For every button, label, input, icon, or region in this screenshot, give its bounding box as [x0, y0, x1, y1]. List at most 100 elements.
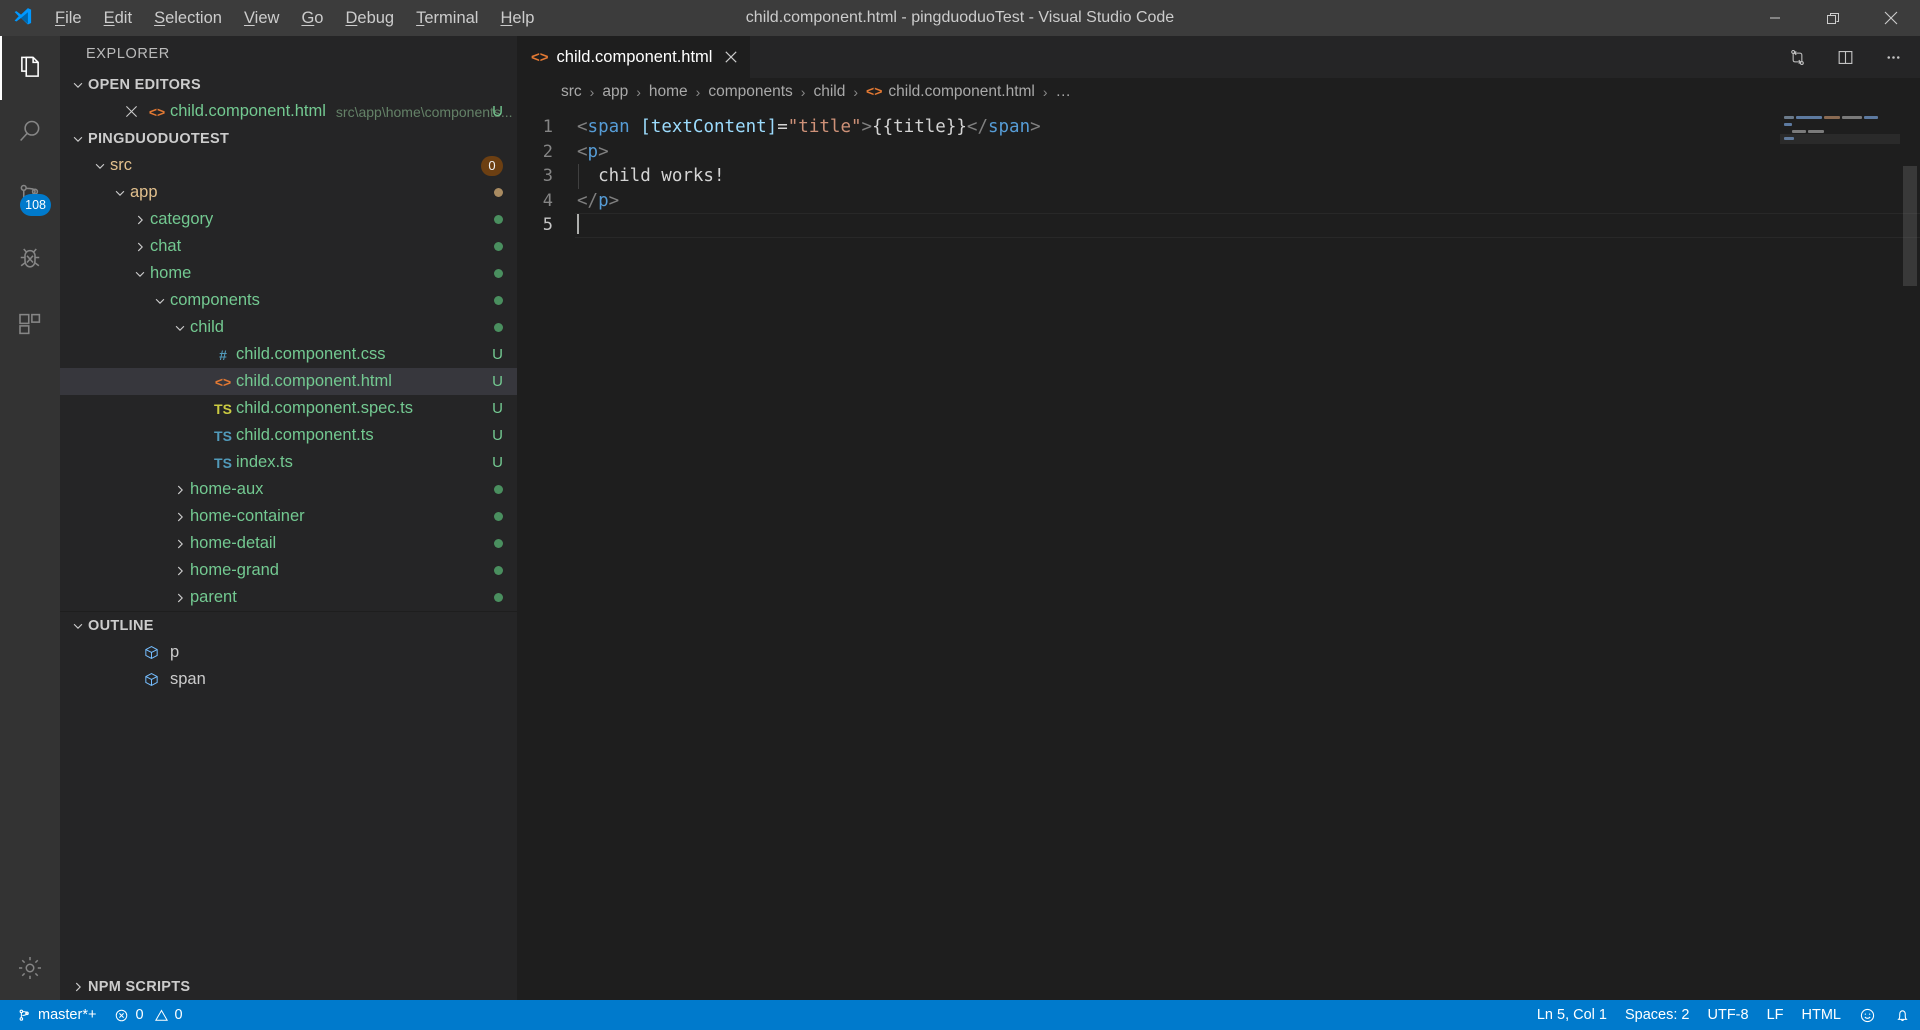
- editor-scrollbar[interactable]: [1900, 106, 1920, 1000]
- chevron-right-icon[interactable]: [170, 537, 190, 551]
- breadcrumb-item-child-component-html[interactable]: <> child.component.html: [864, 83, 1037, 101]
- tree-file-child-component-ts[interactable]: TS child.component.ts U: [60, 422, 517, 449]
- code-line[interactable]: child works!: [575, 164, 1920, 189]
- tree-folder-category[interactable]: category: [60, 206, 517, 233]
- code-token: >: [598, 141, 609, 162]
- status-encoding[interactable]: UTF-8: [1699, 1000, 1758, 1030]
- status-language-mode[interactable]: HTML: [1793, 1000, 1850, 1030]
- code-token: [textContent]: [640, 117, 778, 137]
- breadcrumb-item-components[interactable]: components: [706, 83, 794, 101]
- line-number: 1: [542, 117, 553, 137]
- tree-folder-app[interactable]: app: [60, 179, 517, 206]
- status-indentation[interactable]: Spaces: 2: [1616, 1000, 1699, 1030]
- minimize-button[interactable]: [1746, 0, 1804, 36]
- chevron-down-icon[interactable]: [110, 186, 130, 200]
- code-line[interactable]: <p>: [575, 140, 1920, 165]
- outline-pane: OUTLINE p span: [60, 611, 517, 693]
- status-feedback[interactable]: [1850, 1000, 1885, 1030]
- tree-folder-home[interactable]: home: [60, 260, 517, 287]
- tree-item-label: index.ts: [236, 453, 293, 471]
- tree-folder-components[interactable]: components: [60, 287, 517, 314]
- tree-item-label: home-detail: [190, 534, 277, 552]
- tree-folder-home-detail[interactable]: home-detail: [60, 530, 517, 557]
- chevron-down-icon[interactable]: [130, 267, 150, 281]
- tree-folder-home-grand[interactable]: home-grand: [60, 557, 517, 584]
- scrollbar-thumb[interactable]: [1903, 166, 1917, 286]
- maximize-restore-button[interactable]: [1804, 0, 1862, 36]
- tree-folder-home-aux[interactable]: home-aux: [60, 476, 517, 503]
- ts-file-icon: TS: [214, 454, 232, 471]
- chevron-right-icon[interactable]: [130, 213, 150, 227]
- section-npm-scripts[interactable]: NPM SCRIPTS: [60, 973, 517, 1000]
- section-project-root[interactable]: PINGDUODUOTEST: [60, 125, 517, 152]
- tree-folder-parent[interactable]: parent: [60, 584, 517, 611]
- breadcrumb-item-child[interactable]: child: [811, 83, 847, 101]
- chevron-right-icon[interactable]: [170, 483, 190, 497]
- open-editor-item[interactable]: <> child.component.html src\app\home\com…: [60, 98, 517, 125]
- code-content[interactable]: <span [textContent]="title">{{title}}</s…: [575, 106, 1920, 1000]
- breadcrumb-item-app[interactable]: app: [600, 83, 630, 101]
- outline-item-span[interactable]: span: [60, 666, 517, 693]
- ts-file-icon: TS: [214, 427, 232, 444]
- breadcrumb-item--[interactable]: …: [1054, 83, 1074, 101]
- outline-item-p[interactable]: p: [60, 639, 517, 666]
- close-icon[interactable]: [118, 105, 144, 118]
- chevron-right-icon[interactable]: [170, 564, 190, 578]
- sidebar-title: EXPLORER: [86, 45, 170, 62]
- section-open-editors[interactable]: OPEN EDITORS: [60, 71, 517, 98]
- activity-debug[interactable]: [0, 228, 60, 292]
- chevron-right-icon[interactable]: [170, 510, 190, 524]
- menu-debug[interactable]: Debug: [334, 0, 405, 36]
- chevron-down-icon[interactable]: [150, 294, 170, 308]
- status-cursor-position[interactable]: Ln 5, Col 1: [1528, 1000, 1616, 1030]
- activity-manage-settings[interactable]: [0, 936, 60, 1000]
- menu-view[interactable]: View: [233, 0, 290, 36]
- tree-folder-child[interactable]: child: [60, 314, 517, 341]
- chevron-down-icon[interactable]: [90, 159, 110, 173]
- menu-selection[interactable]: Selection: [143, 0, 233, 36]
- breadcrumb-item-home[interactable]: home: [647, 83, 690, 101]
- activity-source-control[interactable]: 108: [0, 164, 60, 228]
- code-line[interactable]: [575, 213, 1920, 238]
- menu-help[interactable]: Help: [489, 0, 545, 36]
- tree-folder-src[interactable]: src 0: [60, 152, 517, 179]
- tree-folder-chat[interactable]: chat: [60, 233, 517, 260]
- file-tree: src 0 app category chat home components child # c…: [60, 152, 517, 611]
- status-notifications[interactable]: [1885, 1000, 1920, 1030]
- activity-search[interactable]: [0, 100, 60, 164]
- menu-terminal[interactable]: Terminal: [405, 0, 489, 36]
- activity-explorer[interactable]: [0, 36, 60, 100]
- code-line[interactable]: <span [textContent]="title">{{title}}</s…: [575, 115, 1920, 140]
- chevron-down-icon[interactable]: [170, 321, 190, 335]
- status-eol[interactable]: LF: [1758, 1000, 1793, 1030]
- vscode-window: File Edit Selection View Go Debug Termin…: [0, 0, 1920, 1030]
- split-editor-icon[interactable]: [1832, 44, 1858, 70]
- tree-file-index-ts[interactable]: TS index.ts U: [60, 449, 517, 476]
- section-outline[interactable]: OUTLINE: [60, 612, 517, 639]
- menu-edit[interactable]: Edit: [93, 0, 143, 36]
- tree-folder-home-container[interactable]: home-container: [60, 503, 517, 530]
- activity-extensions[interactable]: [0, 292, 60, 356]
- status-problems[interactable]: 0 0: [105, 1000, 191, 1030]
- tree-file-child-component-css[interactable]: # child.component.css U: [60, 341, 517, 368]
- chevron-right-icon[interactable]: [170, 591, 190, 605]
- tab-child-component-html[interactable]: <> child.component.html: [517, 36, 752, 78]
- chevron-right-icon[interactable]: [130, 240, 150, 254]
- code-line[interactable]: </p>: [575, 189, 1920, 214]
- open-changes-icon[interactable]: [1784, 44, 1810, 70]
- breadcrumb-label: src: [561, 83, 582, 100]
- menu-go[interactable]: Go: [290, 0, 334, 36]
- tab-close-icon[interactable]: [724, 50, 738, 64]
- code-editor[interactable]: 12345 <span [textContent]="title">{{titl…: [517, 106, 1920, 1000]
- more-actions-icon[interactable]: [1880, 44, 1906, 70]
- status-git-branch[interactable]: master*+: [8, 1000, 105, 1030]
- close-window-button[interactable]: [1862, 0, 1920, 36]
- breadcrumb-item-src[interactable]: src: [559, 83, 584, 101]
- code-token: span: [987, 117, 1031, 137]
- chevron-down-icon: [68, 78, 88, 92]
- symbol-module-icon: [138, 644, 164, 661]
- tree-file-child-component-spec-ts[interactable]: TS child.component.spec.ts U: [60, 395, 517, 422]
- tree-file-child-component-html[interactable]: <> child.component.html U: [60, 368, 517, 395]
- menu-file[interactable]: File: [44, 0, 93, 36]
